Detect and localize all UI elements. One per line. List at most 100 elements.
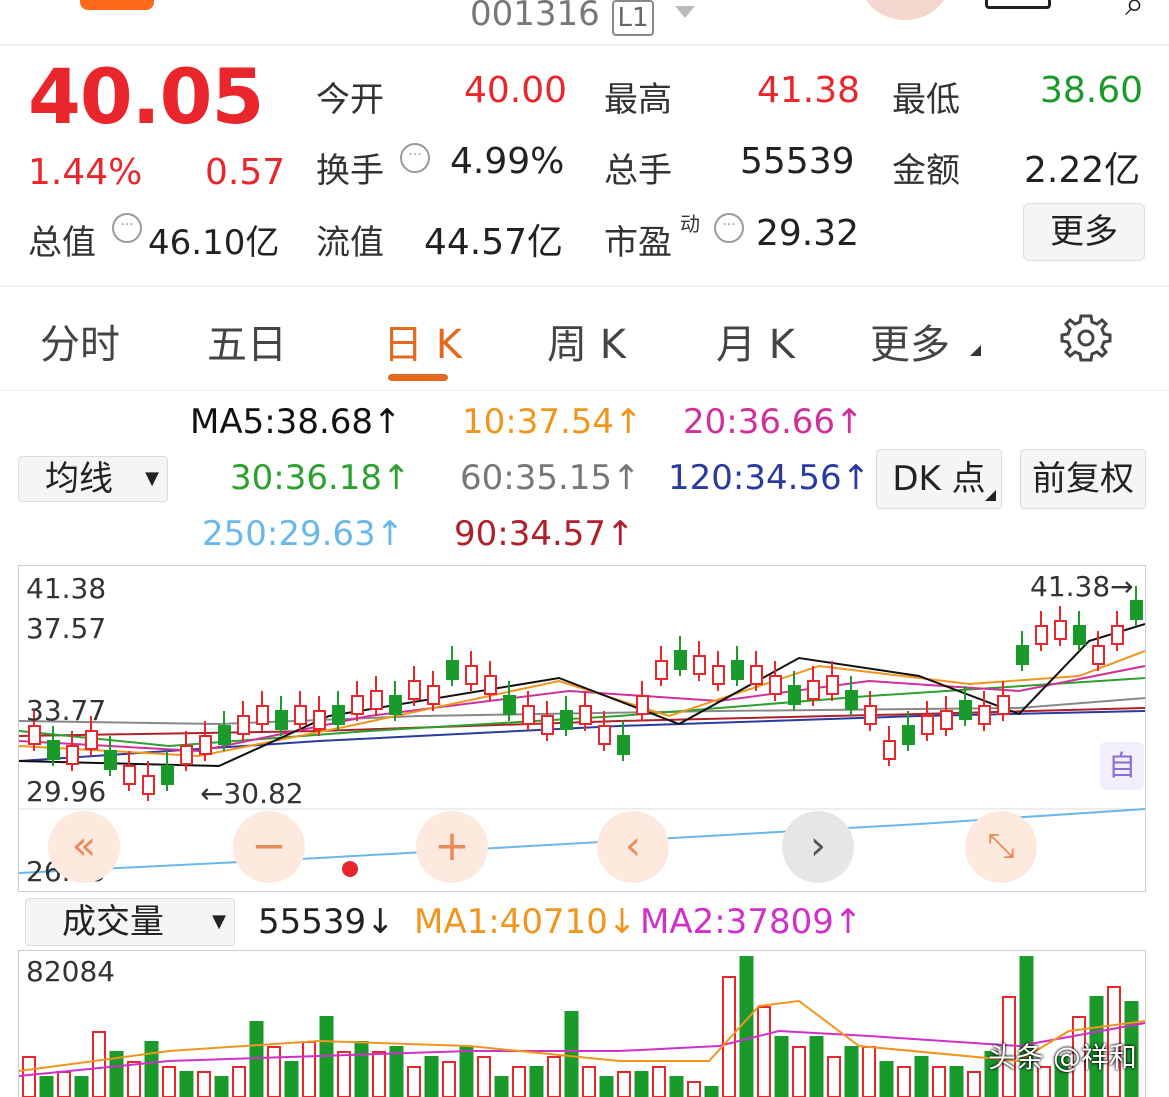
volume-bar — [354, 1041, 369, 1097]
candle-body — [1073, 625, 1086, 645]
candle-body — [313, 710, 326, 730]
pan-right-button[interactable]: › — [782, 811, 854, 883]
volume-bar — [127, 1061, 141, 1097]
info-icon[interactable]: ··· — [112, 213, 142, 243]
volume-bar — [547, 1056, 561, 1097]
candle-body — [332, 705, 345, 725]
candle-body — [845, 690, 858, 710]
corner-icon — [970, 345, 981, 356]
volume-bar — [74, 1076, 89, 1097]
add-watchlist-icon[interactable] — [985, 0, 1051, 9]
tab-weekly-k[interactable]: 周 K — [547, 312, 626, 370]
candle-body — [864, 705, 877, 725]
y-axis-label: 33.77 — [26, 694, 107, 727]
volume-label: 总手 — [604, 151, 672, 191]
fullscreen-button[interactable]: ⤡ — [965, 811, 1037, 883]
volume-bar — [722, 976, 736, 1097]
pan-left-button[interactable]: ‹ — [597, 811, 669, 883]
volume-bar — [22, 1056, 36, 1097]
volume-bar — [214, 1076, 229, 1097]
candle-body — [1054, 620, 1067, 640]
stock-code: 001316 — [470, 0, 600, 34]
candle-body — [769, 675, 782, 695]
volume-bar — [407, 1066, 421, 1097]
pe-value: 29.32 — [756, 213, 860, 254]
candle-body — [750, 665, 763, 685]
volume-bar — [687, 1081, 701, 1097]
gear-icon[interactable] — [1060, 312, 1112, 364]
float-label: 流值 — [316, 223, 384, 263]
candle-body — [256, 705, 269, 725]
candle-body — [199, 735, 212, 755]
turnover-label: 换手 — [316, 151, 384, 191]
volume-bar — [844, 1046, 859, 1097]
search-icon[interactable]: ⌕ — [1125, 0, 1144, 24]
badge — [80, 0, 154, 10]
volume-bar — [914, 1056, 929, 1097]
auto-button[interactable]: 自 — [1100, 742, 1144, 790]
candle-body — [902, 725, 915, 745]
volume-chart[interactable] — [18, 950, 1146, 1097]
divider — [0, 285, 1169, 287]
candle-body — [731, 660, 744, 680]
tab-monthly-k[interactable]: 月 K — [716, 312, 795, 370]
info-icon[interactable]: ··· — [714, 213, 744, 243]
fast-back-button[interactable]: « — [48, 811, 120, 883]
current-price: 40.05 — [28, 52, 264, 141]
zoom-in-button[interactable]: + — [416, 811, 488, 883]
y-axis-label: 41.38 — [26, 572, 107, 605]
tab-daily-k[interactable]: 日 K — [383, 312, 462, 370]
indicator-selector[interactable]: 成交量 ▼ — [25, 898, 235, 946]
volume-bar — [932, 1066, 946, 1097]
candle-body — [693, 655, 706, 675]
zoom-out-button[interactable]: − — [233, 811, 305, 883]
volume-bar — [249, 1021, 264, 1097]
volume-bar — [302, 1041, 316, 1097]
chevron-down-icon[interactable] — [675, 6, 695, 18]
candle-body — [123, 765, 136, 785]
candle-body — [712, 665, 725, 685]
volume-bar — [372, 1051, 386, 1097]
candle-body — [218, 725, 231, 745]
position-dot — [342, 861, 358, 877]
more-button[interactable]: 更多 — [1023, 203, 1145, 261]
ma-selector[interactable]: 均线 ▼ — [18, 456, 168, 502]
candle-body — [66, 745, 79, 765]
amount-label: 金额 — [892, 151, 960, 191]
candle-body — [161, 765, 174, 785]
volume-bar — [599, 1076, 614, 1097]
tab-more[interactable]: 更多 — [870, 312, 950, 370]
dk-point-button[interactable]: DK 点 — [876, 449, 1002, 509]
tab-intraday[interactable]: 分时 — [40, 312, 120, 370]
candle-body — [1035, 625, 1048, 645]
volume-bar — [337, 1051, 351, 1097]
volume-bar — [179, 1071, 194, 1097]
volume-bar — [774, 1036, 789, 1097]
info-icon[interactable]: ··· — [400, 143, 430, 173]
volume-bar — [284, 1061, 299, 1097]
volume-bar — [967, 1071, 981, 1097]
adjust-button[interactable]: 前复权 — [1020, 449, 1146, 509]
volume-bar — [949, 1066, 964, 1097]
amount-value: 2.22亿 — [1024, 150, 1141, 191]
candle-body — [28, 725, 41, 745]
mktcap-value: 46.10亿 — [148, 223, 280, 263]
volume-bar — [897, 1066, 911, 1097]
ma30-value: 30:36.18↑ — [230, 458, 411, 498]
level-badge[interactable]: L1 — [612, 0, 654, 36]
candle-body — [940, 710, 953, 730]
candle-body — [617, 735, 630, 755]
volume-bar — [634, 1071, 649, 1097]
volume-bar — [197, 1071, 211, 1097]
volume-bar — [477, 1056, 491, 1097]
volume-ma1: MA1:40710↓ — [414, 902, 637, 942]
ma-line — [19, 650, 1145, 758]
tab-5day[interactable]: 五日 — [207, 312, 287, 370]
volume-bar — [792, 1046, 806, 1097]
ma120-value: 120:34.56↑ — [668, 458, 871, 498]
candle-body — [978, 705, 991, 725]
volume-bar — [669, 1076, 684, 1097]
watermark: 头条 @祥和 — [988, 1041, 1137, 1074]
volume-bar — [232, 1066, 246, 1097]
candle-body — [1092, 645, 1105, 665]
